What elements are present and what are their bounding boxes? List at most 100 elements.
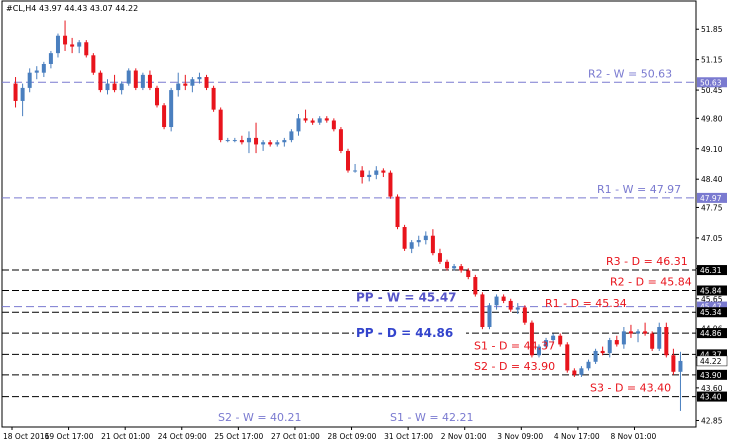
candle-body [409, 242, 414, 249]
x-tick-label: 4 Nov 17:00 [554, 432, 600, 441]
candle-body [261, 142, 266, 145]
candle-body [324, 118, 329, 121]
candle-body [643, 331, 648, 334]
candle-body [197, 77, 202, 80]
candle-body [671, 355, 676, 372]
candle-body [522, 307, 527, 323]
candle-body [515, 307, 520, 310]
level-tag-text: 43.90 [700, 371, 722, 380]
y-tick-label: 51.15 [701, 56, 723, 65]
x-tick-label: 3 Nov 09:00 [497, 432, 543, 441]
y-tick-label: 51.85 [701, 25, 723, 34]
level-label-s3d: S3 - D = 43.40 [590, 382, 671, 395]
candle-body [331, 120, 336, 130]
candle-body [664, 327, 669, 356]
candle-body [296, 118, 301, 132]
level-label-r1d: R1 - D = 45.34 [545, 297, 627, 310]
candle-body [600, 350, 605, 354]
level-label-r2w: R2 - W = 50.63 [588, 67, 672, 80]
candle-body [437, 253, 442, 262]
candle-body [41, 63, 46, 73]
candle-body [289, 131, 294, 141]
candle-body [621, 331, 626, 345]
level-tag-text: 46.31 [700, 266, 722, 275]
candle-body [586, 361, 591, 369]
candle-body [218, 109, 223, 141]
candle-body [579, 368, 584, 375]
candle-body [55, 35, 60, 54]
candle-body [494, 296, 499, 306]
candle-body [636, 331, 641, 334]
candle-body [466, 270, 471, 278]
candle-body [282, 140, 287, 143]
level-tag-text: 44.86 [700, 329, 722, 338]
candle-body [310, 120, 315, 123]
candle-body [162, 105, 167, 128]
x-tick-label: 24 Oct 09:00 [158, 432, 207, 441]
candle-body [402, 227, 407, 249]
price-chart[interactable]: #CL,H4 43.97 44.43 43.07 44.22 51.85 51.1… [0, 0, 730, 444]
candle-body [650, 333, 655, 349]
candle-body [155, 87, 160, 106]
candle-body [338, 129, 343, 151]
candle-body [98, 72, 103, 91]
level-label-r3d: R3 - D = 46.31 [606, 255, 688, 268]
candle-body [501, 296, 506, 301]
y-tick-label: 49.10 [701, 145, 723, 154]
candle-body [254, 137, 259, 145]
candle-body [607, 340, 612, 354]
chart-canvas[interactable]: 51.85 51.15 50.45 49.80 49.10 48.40 47.75 47.05… [0, 0, 730, 444]
candle-body [112, 83, 117, 91]
candle-body [27, 72, 32, 88]
level-label-s2w: S2 - W = 40.21 [218, 411, 302, 424]
x-tick-label: 31 Oct 17:00 [384, 432, 433, 441]
plot-frame [1, 0, 697, 428]
candle-body [211, 87, 216, 110]
x-tick-label: 27 Oct 01:00 [271, 432, 320, 441]
y-tick-label: 47.05 [701, 234, 723, 243]
y-tick-label: 42.85 [701, 416, 723, 425]
candle-body [84, 42, 89, 56]
candle-body [614, 340, 619, 345]
candle-body [657, 327, 662, 349]
candle-body [508, 300, 513, 310]
level-label-ppw: PP - W = 45.47 [356, 291, 457, 305]
current-price-text: 44.22 [700, 357, 722, 366]
candle-body [176, 83, 181, 91]
level-tag-text: 45.84 [700, 286, 722, 295]
candle-body [423, 235, 428, 241]
level-label-r2d: R2 - D = 45.84 [610, 275, 692, 288]
candle-body [678, 360, 683, 372]
candle-body [473, 277, 478, 295]
candle-body [20, 87, 25, 101]
candle-body [346, 150, 350, 171]
level-tag-text: 43.40 [700, 393, 722, 402]
candle-body [183, 83, 188, 86]
y-tick-label: 47.75 [701, 203, 723, 212]
x-tick-label: 21 Oct 01:00 [101, 432, 150, 441]
level-label-ppd: PP - D = 44.86 [356, 326, 453, 340]
candle-body [452, 266, 457, 269]
candle-body [190, 79, 195, 86]
x-tick-label: 2 Nov 01:00 [441, 432, 487, 441]
level-label-s1d: S1 - D = 44.37 [474, 339, 555, 352]
candle-body [91, 55, 96, 73]
candle-body [565, 344, 570, 371]
level-label-s1w: S1 - W = 42.21 [390, 411, 474, 424]
x-tick-label: 8 Nov 01:00 [610, 432, 656, 441]
candle-body [628, 331, 633, 334]
candle-body [70, 44, 75, 47]
candle-body [459, 266, 464, 271]
candle-body [147, 74, 152, 88]
candle-body [34, 70, 39, 73]
candle-body [360, 170, 365, 178]
candle-body [246, 137, 251, 143]
candle-body [232, 140, 237, 142]
candle-body [275, 142, 280, 145]
level-tag-text: 45.34 [700, 308, 722, 317]
candle-body [77, 42, 82, 47]
candle-body [572, 370, 577, 375]
candle-body [416, 240, 421, 243]
candle-body [317, 118, 322, 123]
candle-body [239, 140, 244, 143]
